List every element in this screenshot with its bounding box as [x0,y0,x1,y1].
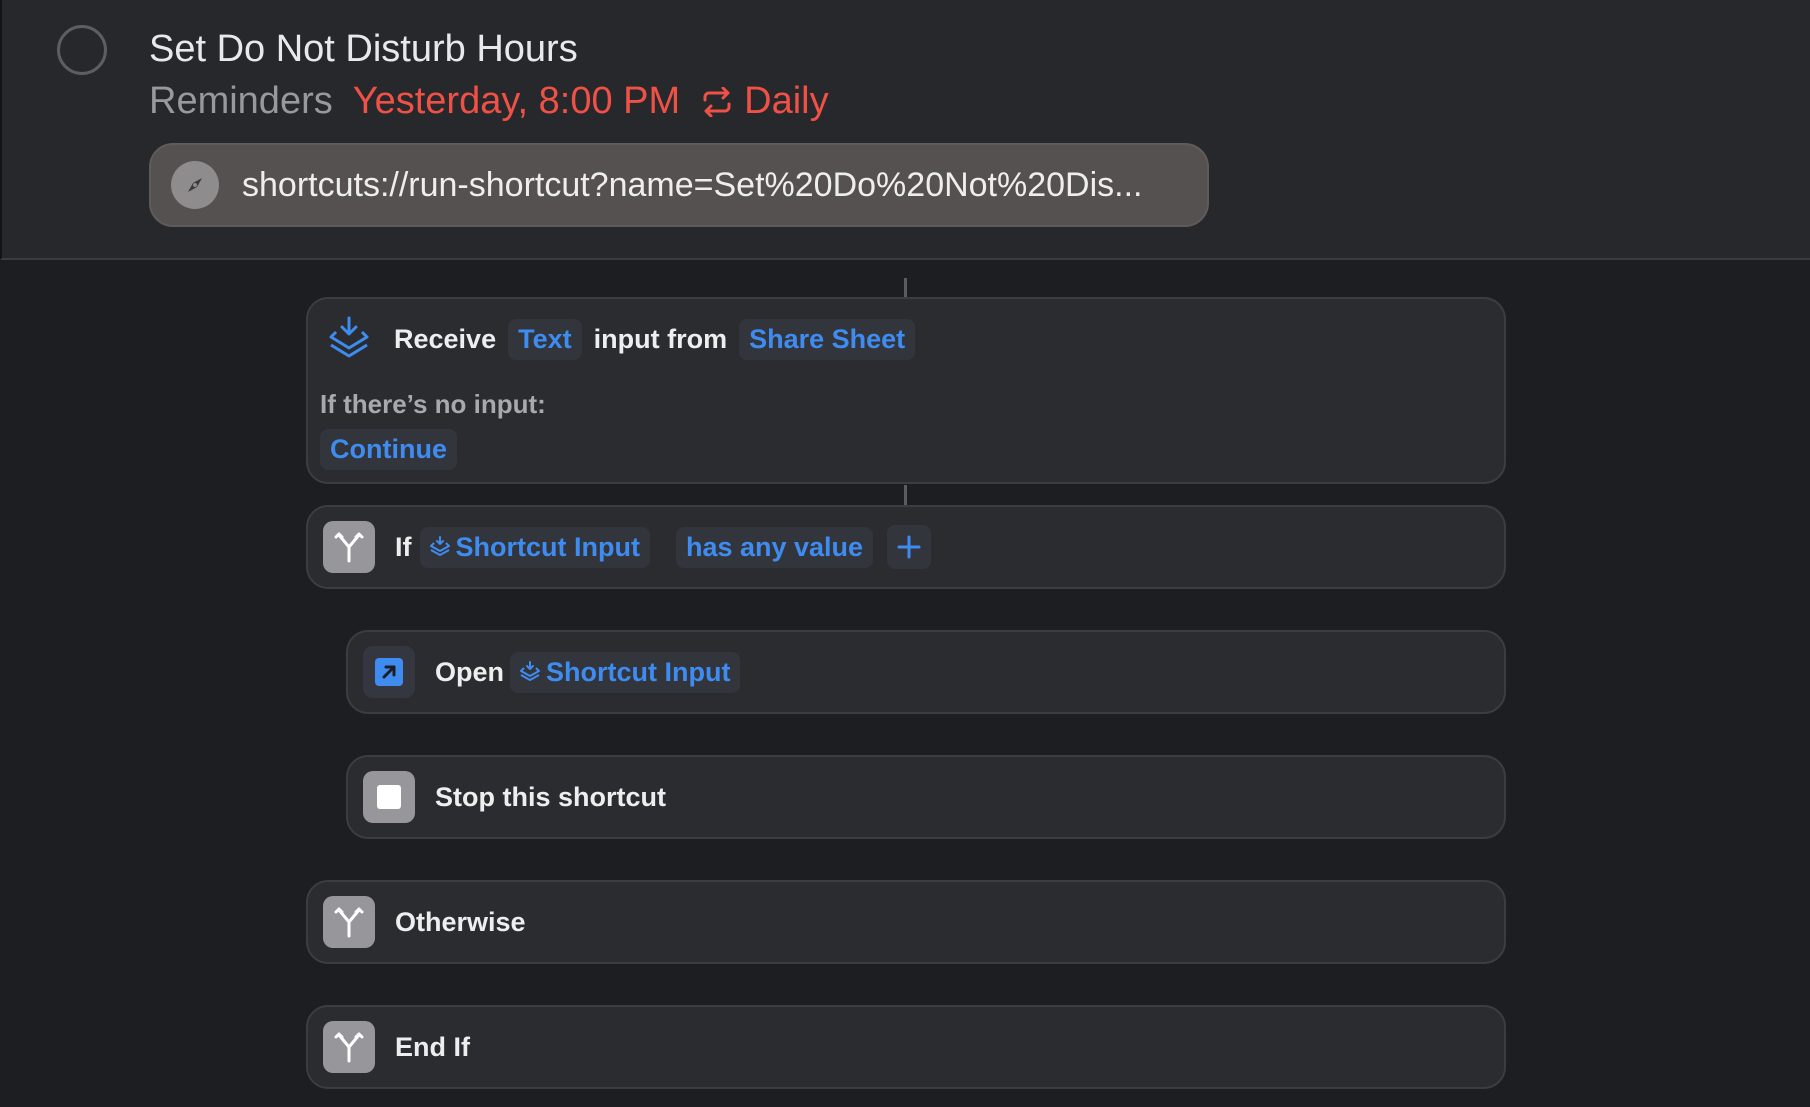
complete-checkbox[interactable] [57,25,107,75]
otherwise-label: Otherwise [395,906,526,937]
if-variable-label: Shortcut Input [455,531,640,562]
branch-icon [323,896,375,948]
reminder-meta: Reminders Yesterday, 8:00 PM Daily [149,80,829,123]
otherwise-action-card[interactable]: Otherwise [306,880,1506,964]
url-text: shortcuts://run-shortcut?name=Set%20Do%2… [242,165,1143,204]
open-label: Open [435,656,505,687]
open-url-icon [363,646,415,698]
plus-icon [897,535,921,559]
input-from-label: input from [593,323,728,354]
receive-label: Receive [394,323,497,354]
open-action-card[interactable]: Open Shortcut Input [346,630,1506,714]
stop-icon [363,771,415,823]
stop-label: Stop this shortcut [435,781,666,812]
flow-connector [904,485,907,505]
branch-icon [323,521,375,573]
open-variable-token[interactable]: Shortcut Input [510,651,741,693]
reminder-due-date[interactable]: Yesterday, 8:00 PM [353,80,680,123]
end-if-action-card[interactable]: End If [306,1005,1506,1089]
if-label: If [395,531,412,562]
shortcut-input-icon [429,536,450,556]
shortcut-input-icon [520,661,541,681]
if-variable-token[interactable]: Shortcut Input [419,526,650,568]
reminder-repeat: Daily [744,80,829,122]
open-variable-label: Shortcut Input [546,656,731,687]
reminder-item[interactable]: Set Do Not Disturb Hours Reminders Yeste… [0,0,1810,260]
stop-action-card[interactable]: Stop this shortcut [346,755,1506,839]
compass-icon [171,161,219,209]
if-condition-token[interactable]: has any value [675,526,874,568]
add-condition-button[interactable] [887,525,932,569]
no-input-label: If there’s no input: [320,389,546,419]
receive-action-card[interactable]: Receive Text input from Share Sheet If t… [306,297,1506,484]
branch-icon [323,1021,375,1073]
reminder-list-name: Reminders [149,80,333,122]
input-source-token[interactable]: Share Sheet [739,318,916,360]
no-input-action-token[interactable]: Continue [320,429,457,470]
flow-connector [904,278,907,298]
receive-input-icon [329,316,369,358]
repeat-icon [703,86,731,117]
end-if-label: End If [395,1031,470,1062]
input-type-token[interactable]: Text [508,318,582,360]
url-attachment[interactable]: shortcuts://run-shortcut?name=Set%20Do%2… [149,143,1209,227]
if-action-card[interactable]: If Shortcut Input has any value [306,505,1506,589]
reminder-title[interactable]: Set Do Not Disturb Hours [149,28,578,71]
